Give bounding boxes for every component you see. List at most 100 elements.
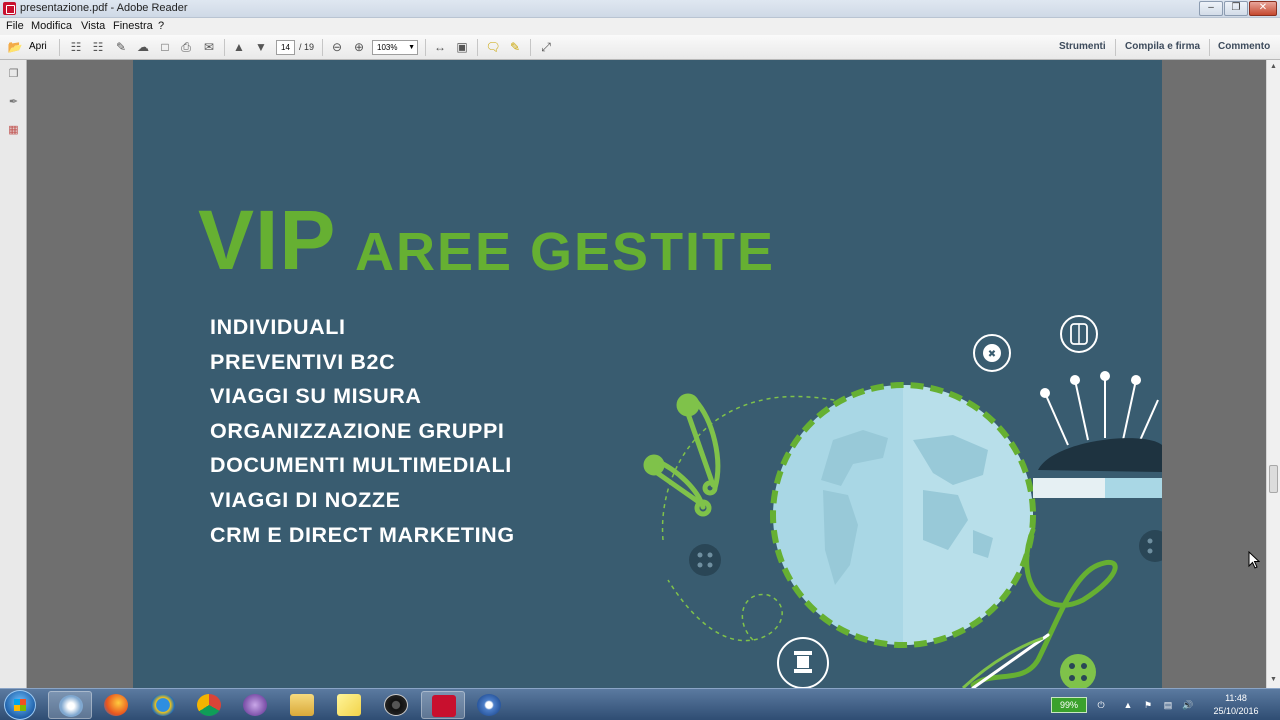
menu-vista[interactable]: Vista <box>81 20 105 32</box>
folder-icon <box>290 694 314 716</box>
fit-page-icon[interactable]: ▣ <box>454 40 470 55</box>
zoom-in-icon[interactable]: ⊕ <box>351 40 367 55</box>
menu-help[interactable]: ? <box>158 20 164 32</box>
show-hidden-icons-icon[interactable]: ▲ <box>1122 699 1134 711</box>
create-pdf-icon[interactable]: ☷ <box>68 40 84 55</box>
zoom-select[interactable]: 103% ▼ <box>372 40 418 55</box>
email-icon[interactable]: ✉ <box>201 40 217 55</box>
tools-link[interactable]: Strumenti <box>1059 41 1106 52</box>
window-title: presentazione.pdf - Adobe Reader <box>20 2 188 14</box>
taskbar-explorer[interactable] <box>48 691 92 719</box>
signature-icon[interactable]: ▦ <box>7 123 20 137</box>
taskbar-app[interactable] <box>233 691 277 719</box>
next-page-icon[interactable]: ▼ <box>253 40 269 55</box>
taskbar-chrome[interactable] <box>187 691 231 719</box>
open-folder-icon[interactable]: 📂 <box>6 40 24 55</box>
export-pdf-icon[interactable]: ☷ <box>90 40 106 55</box>
pdf-page: VIP AREE GESTITE INDIVIDUALI PREVENTIVI … <box>133 60 1162 688</box>
navigation-pane: ❐ ✒ ▦ <box>0 60 27 688</box>
start-icon[interactable] <box>4 690 36 720</box>
zoom-out-icon[interactable]: ⊖ <box>329 40 345 55</box>
slide-illustration: ✖ <box>643 315 1162 688</box>
fill-sign-link[interactable]: Compila e firma <box>1125 41 1200 52</box>
volume-icon[interactable]: 🔊 <box>1182 699 1194 711</box>
toolbar-separator <box>530 39 531 56</box>
document-viewport[interactable]: VIP AREE GESTITE INDIVIDUALI PREVENTIVI … <box>28 60 1266 688</box>
taskbar-notes[interactable] <box>327 691 371 719</box>
toolbar-separator <box>322 39 323 56</box>
menu-modifica[interactable]: Modifica <box>31 20 72 32</box>
explorer-icon <box>59 695 83 717</box>
clock-time: 11:48 <box>1225 693 1247 703</box>
ie-icon <box>151 694 175 716</box>
settings-icon <box>477 694 501 716</box>
taskbar-settings[interactable] <box>467 691 511 719</box>
vertical-scrollbar[interactable]: ▲ ▼ <box>1266 60 1280 688</box>
safety-pin-icon <box>643 393 721 517</box>
highlight-icon[interactable]: ✎ <box>507 40 523 55</box>
menu-file[interactable]: File <box>6 20 24 32</box>
comment-link[interactable]: Commento <box>1218 41 1270 52</box>
previous-page-icon[interactable]: ▲ <box>231 40 247 55</box>
print-icon[interactable]: ⎙ <box>178 40 194 55</box>
button-icon <box>1060 654 1096 688</box>
toolbar: 📂 Apri ☷ ☷ ✎ ☁ □ ⎙ ✉ ▲ ▼ 14 / 19 ⊖ ⊕ 103… <box>0 35 1280 60</box>
edit-pdf-icon[interactable]: ✎ <box>113 40 129 55</box>
menu-finestra[interactable]: Finestra <box>113 20 153 32</box>
scroll-down-icon[interactable]: ▼ <box>1270 676 1277 683</box>
acrobat-icon <box>3 2 16 15</box>
system-clock[interactable]: 11:48 25/10/2016 <box>1200 692 1272 718</box>
attachment-icon[interactable]: ✒ <box>7 95 20 109</box>
taskbar-obs[interactable] <box>374 691 418 719</box>
acrobat-icon <box>432 695 456 717</box>
save-icon[interactable]: □ <box>157 40 173 55</box>
close-button[interactable]: ✕ <box>1249 1 1277 16</box>
chrome-icon <box>197 694 221 716</box>
maximize-button[interactable]: ❐ <box>1224 1 1248 16</box>
thread-spool-outline-icon <box>777 637 829 688</box>
mouse-cursor-icon <box>1248 551 1260 569</box>
open-button-label[interactable]: Apri <box>29 41 47 52</box>
taskbar-firefox[interactable] <box>94 691 138 719</box>
globe-icon <box>770 382 1036 648</box>
toolbar-separator <box>224 39 225 56</box>
page-number-input[interactable]: 14 <box>276 40 295 55</box>
taskbar-acrobat[interactable] <box>421 691 465 719</box>
zoom-value: 103% <box>377 43 398 52</box>
scroll-up-icon[interactable]: ▲ <box>1270 63 1277 70</box>
dashed-loop <box>667 579 783 642</box>
taskbar-ie[interactable] <box>141 691 185 719</box>
svg-text:✖: ✖ <box>988 349 996 360</box>
fit-width-icon[interactable]: ↔ <box>432 40 448 55</box>
window-titlebar: presentazione.pdf - Adobe Reader – ❐ ✕ <box>0 0 1280 18</box>
cloud-upload-icon[interactable]: ☁ <box>135 40 151 55</box>
sewing-button-outline-icon: ✖ <box>973 334 1011 372</box>
power-icon[interactable]: ⏻ <box>1095 699 1107 711</box>
app-icon <box>243 694 267 716</box>
fullscreen-icon[interactable]: ⤢ <box>538 40 554 55</box>
obs-icon <box>384 694 408 716</box>
taskbar: 99% ⏻ ▲ ⚑ ▤ 🔊 11:48 25/10/2016 <box>0 688 1280 720</box>
scrollbar-thumb[interactable] <box>1269 465 1278 493</box>
network-icon[interactable]: ▤ <box>1162 699 1174 711</box>
minimize-button[interactable]: – <box>1199 1 1223 16</box>
toolbar-separator <box>477 39 478 56</box>
toolbar-separator <box>1209 39 1210 56</box>
button-icon <box>1139 530 1162 562</box>
firefox-icon <box>104 694 128 716</box>
battery-indicator[interactable]: 99% <box>1051 697 1087 713</box>
clock-date: 25/10/2016 <box>1213 706 1259 716</box>
toolbar-separator <box>425 39 426 56</box>
toolbar-separator <box>59 39 60 56</box>
button-icon <box>689 544 721 576</box>
pages-icon[interactable]: ❐ <box>7 67 20 81</box>
notes-icon <box>337 694 361 716</box>
action-center-icon[interactable]: ⚑ <box>1142 699 1154 711</box>
comment-icon[interactable]: 🗨 <box>485 40 501 55</box>
pin-cushion-icon <box>1033 371 1162 498</box>
taskbar-folder[interactable] <box>280 691 324 719</box>
menu-bar: File Modifica Vista Finestra ? <box>0 18 1280 35</box>
toolbar-separator <box>1115 39 1116 56</box>
measuring-tape-outline-icon <box>1060 315 1098 353</box>
page-total: / 19 <box>299 42 315 52</box>
